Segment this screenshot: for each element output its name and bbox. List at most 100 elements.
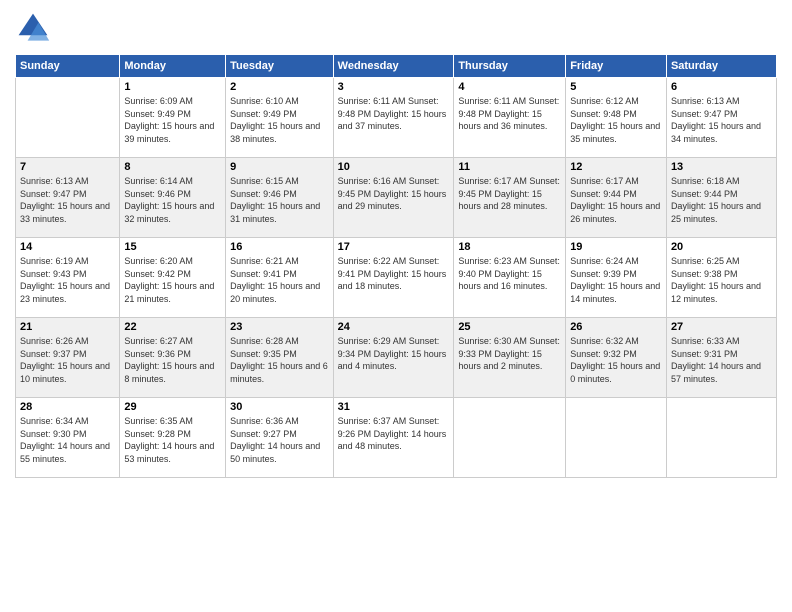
header-day: Thursday bbox=[454, 55, 566, 78]
calendar-cell: 15Sunrise: 6:20 AM Sunset: 9:42 PM Dayli… bbox=[120, 238, 226, 318]
calendar-cell: 28 Sunrise: 6:34 AM Sunset: 9:30 PM Dayli… bbox=[16, 398, 120, 478]
calendar-cell: 1Sunrise: 6:09 AM Sunset: 9:49 PM Daylig… bbox=[120, 78, 226, 158]
day-number: 7 bbox=[20, 161, 115, 173]
day-number: 10 bbox=[338, 161, 450, 173]
calendar-cell: 4 Sunrise: 6:11 AM Sunset: 9:48 PM Daylig… bbox=[454, 78, 566, 158]
day-info: Sunrise: 6:23 AM Sunset: 9:40 PM Dayligh… bbox=[458, 255, 561, 293]
day-info: Sunrise: 6:11 AM Sunset: 9:48 PM Dayligh… bbox=[338, 95, 450, 133]
calendar-cell: 9 Sunrise: 6:15 AM Sunset: 9:46 PM Daylig… bbox=[226, 158, 334, 238]
header-day: Sunday bbox=[16, 55, 120, 78]
day-info: Sunrise: 6:17 AM Sunset: 9:44 PM Dayligh… bbox=[570, 175, 662, 225]
calendar-cell: 12Sunrise: 6:17 AM Sunset: 9:44 PM Dayli… bbox=[566, 158, 667, 238]
calendar-cell bbox=[666, 398, 776, 478]
day-number: 25 bbox=[458, 321, 561, 333]
day-info: Sunrise: 6:16 AM Sunset: 9:45 PM Dayligh… bbox=[338, 175, 450, 213]
calendar-cell: 26 Sunrise: 6:32 AM Sunset: 9:32 PM Dayli… bbox=[566, 318, 667, 398]
header-day: Friday bbox=[566, 55, 667, 78]
calendar-cell: 19 Sunrise: 6:24 AM Sunset: 9:39 PM Dayli… bbox=[566, 238, 667, 318]
calendar-row: 7 Sunrise: 6:13 AM Sunset: 9:47 PM Daylig… bbox=[16, 158, 777, 238]
calendar-cell: 21 Sunrise: 6:26 AM Sunset: 9:37 PM Dayli… bbox=[16, 318, 120, 398]
day-number: 3 bbox=[338, 81, 450, 93]
calendar-table: SundayMondayTuesdayWednesdayThursdayFrid… bbox=[15, 54, 777, 478]
day-info: Sunrise: 6:32 AM Sunset: 9:32 PM Dayligh… bbox=[570, 335, 662, 385]
day-info: Sunrise: 6:12 AM Sunset: 9:48 PM Dayligh… bbox=[570, 95, 662, 145]
calendar-cell: 13 Sunrise: 6:18 AM Sunset: 9:44 PM Dayli… bbox=[666, 158, 776, 238]
day-info: Sunrise: 6:13 AM Sunset: 9:47 PM Dayligh… bbox=[20, 175, 115, 225]
logo-icon bbox=[15, 10, 51, 46]
day-info: Sunrise: 6:11 AM Sunset: 9:48 PM Dayligh… bbox=[458, 95, 561, 133]
header bbox=[15, 10, 777, 46]
day-number: 13 bbox=[671, 161, 772, 173]
day-number: 21 bbox=[20, 321, 115, 333]
day-info: Sunrise: 6:18 AM Sunset: 9:44 PM Dayligh… bbox=[671, 175, 772, 225]
day-number: 16 bbox=[230, 241, 329, 253]
day-number: 15 bbox=[124, 241, 221, 253]
day-info: Sunrise: 6:26 AM Sunset: 9:37 PM Dayligh… bbox=[20, 335, 115, 385]
day-info: Sunrise: 6:13 AM Sunset: 9:47 PM Dayligh… bbox=[671, 95, 772, 145]
calendar-cell: 11Sunrise: 6:17 AM Sunset: 9:45 PM Dayli… bbox=[454, 158, 566, 238]
calendar-row: 1Sunrise: 6:09 AM Sunset: 9:49 PM Daylig… bbox=[16, 78, 777, 158]
day-info: Sunrise: 6:28 AM Sunset: 9:35 PM Dayligh… bbox=[230, 335, 329, 385]
calendar-cell: 10 Sunrise: 6:16 AM Sunset: 9:45 PM Dayli… bbox=[333, 158, 454, 238]
day-number: 26 bbox=[570, 321, 662, 333]
calendar-cell: 31 Sunrise: 6:37 AM Sunset: 9:26 PM Dayli… bbox=[333, 398, 454, 478]
day-number: 20 bbox=[671, 241, 772, 253]
calendar-cell: 2 Sunrise: 6:10 AM Sunset: 9:49 PM Daylig… bbox=[226, 78, 334, 158]
day-info: Sunrise: 6:15 AM Sunset: 9:46 PM Dayligh… bbox=[230, 175, 329, 225]
calendar-cell: 16 Sunrise: 6:21 AM Sunset: 9:41 PM Dayli… bbox=[226, 238, 334, 318]
day-info: Sunrise: 6:21 AM Sunset: 9:41 PM Dayligh… bbox=[230, 255, 329, 305]
day-info: Sunrise: 6:35 AM Sunset: 9:28 PM Dayligh… bbox=[124, 415, 221, 465]
calendar-cell: 29 Sunrise: 6:35 AM Sunset: 9:28 PM Dayli… bbox=[120, 398, 226, 478]
day-number: 8 bbox=[124, 161, 221, 173]
calendar-cell: 7 Sunrise: 6:13 AM Sunset: 9:47 PM Daylig… bbox=[16, 158, 120, 238]
day-info: Sunrise: 6:27 AM Sunset: 9:36 PM Dayligh… bbox=[124, 335, 221, 385]
calendar-row: 14 Sunrise: 6:19 AM Sunset: 9:43 PM Dayli… bbox=[16, 238, 777, 318]
calendar-cell: 6 Sunrise: 6:13 AM Sunset: 9:47 PM Daylig… bbox=[666, 78, 776, 158]
day-number: 29 bbox=[124, 401, 221, 413]
header-day: Wednesday bbox=[333, 55, 454, 78]
day-number: 14 bbox=[20, 241, 115, 253]
day-number: 5 bbox=[570, 81, 662, 93]
day-number: 23 bbox=[230, 321, 329, 333]
calendar-row: 28 Sunrise: 6:34 AM Sunset: 9:30 PM Dayli… bbox=[16, 398, 777, 478]
day-info: Sunrise: 6:25 AM Sunset: 9:38 PM Dayligh… bbox=[671, 255, 772, 305]
header-day: Saturday bbox=[666, 55, 776, 78]
day-number: 6 bbox=[671, 81, 772, 93]
calendar-cell: 14 Sunrise: 6:19 AM Sunset: 9:43 PM Dayli… bbox=[16, 238, 120, 318]
day-number: 2 bbox=[230, 81, 329, 93]
header-day: Monday bbox=[120, 55, 226, 78]
logo bbox=[15, 10, 55, 46]
day-info: Sunrise: 6:36 AM Sunset: 9:27 PM Dayligh… bbox=[230, 415, 329, 465]
day-number: 28 bbox=[20, 401, 115, 413]
calendar-row: 21 Sunrise: 6:26 AM Sunset: 9:37 PM Dayli… bbox=[16, 318, 777, 398]
calendar-cell bbox=[16, 78, 120, 158]
calendar-cell: 17Sunrise: 6:22 AM Sunset: 9:41 PM Dayli… bbox=[333, 238, 454, 318]
day-info: Sunrise: 6:22 AM Sunset: 9:41 PM Dayligh… bbox=[338, 255, 450, 293]
day-number: 18 bbox=[458, 241, 561, 253]
calendar-cell bbox=[566, 398, 667, 478]
header-day: Tuesday bbox=[226, 55, 334, 78]
day-number: 19 bbox=[570, 241, 662, 253]
day-info: Sunrise: 6:30 AM Sunset: 9:33 PM Dayligh… bbox=[458, 335, 561, 373]
day-info: Sunrise: 6:34 AM Sunset: 9:30 PM Dayligh… bbox=[20, 415, 115, 465]
calendar-cell: 24Sunrise: 6:29 AM Sunset: 9:34 PM Dayli… bbox=[333, 318, 454, 398]
header-row: SundayMondayTuesdayWednesdayThursdayFrid… bbox=[16, 55, 777, 78]
calendar-cell: 22Sunrise: 6:27 AM Sunset: 9:36 PM Dayli… bbox=[120, 318, 226, 398]
calendar-cell: 23 Sunrise: 6:28 AM Sunset: 9:35 PM Dayli… bbox=[226, 318, 334, 398]
calendar-cell: 30Sunrise: 6:36 AM Sunset: 9:27 PM Dayli… bbox=[226, 398, 334, 478]
day-info: Sunrise: 6:10 AM Sunset: 9:49 PM Dayligh… bbox=[230, 95, 329, 145]
day-info: Sunrise: 6:24 AM Sunset: 9:39 PM Dayligh… bbox=[570, 255, 662, 305]
day-number: 4 bbox=[458, 81, 561, 93]
day-number: 24 bbox=[338, 321, 450, 333]
calendar-cell: 27Sunrise: 6:33 AM Sunset: 9:31 PM Dayli… bbox=[666, 318, 776, 398]
day-info: Sunrise: 6:19 AM Sunset: 9:43 PM Dayligh… bbox=[20, 255, 115, 305]
day-info: Sunrise: 6:09 AM Sunset: 9:49 PM Dayligh… bbox=[124, 95, 221, 145]
day-info: Sunrise: 6:17 AM Sunset: 9:45 PM Dayligh… bbox=[458, 175, 561, 213]
calendar-cell: 3 Sunrise: 6:11 AM Sunset: 9:48 PM Daylig… bbox=[333, 78, 454, 158]
calendar-cell: 5 Sunrise: 6:12 AM Sunset: 9:48 PM Daylig… bbox=[566, 78, 667, 158]
day-info: Sunrise: 6:37 AM Sunset: 9:26 PM Dayligh… bbox=[338, 415, 450, 453]
page: SundayMondayTuesdayWednesdayThursdayFrid… bbox=[0, 0, 792, 612]
day-number: 9 bbox=[230, 161, 329, 173]
day-number: 31 bbox=[338, 401, 450, 413]
calendar-cell: 8Sunrise: 6:14 AM Sunset: 9:46 PM Daylig… bbox=[120, 158, 226, 238]
